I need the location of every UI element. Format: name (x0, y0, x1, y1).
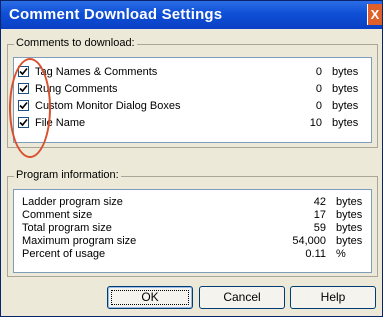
close-icon: X (370, 7, 380, 22)
rung-comments-checkbox[interactable] (18, 83, 29, 94)
comment-option-custom-monitor[interactable]: Custom Monitor Dialog Boxes 0 bytes (18, 98, 358, 115)
ok-button[interactable]: OK (107, 286, 193, 309)
ladder-program-size-row: Ladder program size 42 bytes (22, 196, 362, 209)
maximum-program-size-value: 54,000 (292, 235, 326, 247)
comments-group: Comments to download: Tag Names & Commen… (7, 37, 378, 148)
program-info-group-title: Program information: (14, 169, 121, 181)
comment-size-value: 17 (313, 209, 326, 221)
comment-size-row: Comment size 17 bytes (22, 209, 362, 222)
percent-of-usage-unit: % (336, 248, 346, 260)
total-program-size-value: 59 (313, 222, 326, 234)
help-button-label: Help (320, 290, 346, 304)
comments-list: Tag Names & Comments 0 bytes Rung Commen… (13, 57, 372, 143)
custom-monitor-label: Custom Monitor Dialog Boxes (35, 100, 181, 112)
tag-names-label: Tag Names & Comments (35, 66, 158, 78)
comment-option-file-name[interactable]: File Name 10 bytes (18, 115, 358, 132)
tag-names-unit: bytes (332, 66, 359, 78)
percent-of-usage-value: 0.11 (305, 248, 326, 260)
rung-comments-label: Rung Comments (35, 83, 118, 95)
comment-option-tag-names[interactable]: Tag Names & Comments 0 bytes (18, 64, 358, 81)
maximum-program-size-row: Maximum program size 54,000 bytes (22, 235, 362, 248)
percent-of-usage-row: Percent of usage 0.11 % (22, 248, 362, 261)
file-name-size: 10 (309, 117, 322, 129)
custom-monitor-unit: bytes (332, 100, 359, 112)
program-info-panel: Ladder program size 42 bytes Comment siz… (13, 189, 372, 273)
ladder-program-size-label: Ladder program size (22, 196, 123, 208)
maximum-program-size-unit: bytes (336, 235, 363, 247)
ok-focus-rect (111, 290, 189, 305)
percent-of-usage-label: Percent of usage (22, 248, 106, 260)
file-name-unit: bytes (332, 117, 359, 129)
dialog-window: Comment Download Settings X Comments to … (0, 0, 383, 317)
total-program-size-label: Total program size (22, 222, 112, 234)
total-program-size-row: Total program size 59 bytes (22, 222, 362, 235)
ladder-program-size-unit: bytes (336, 196, 363, 208)
rung-comments-size: 0 (315, 83, 322, 95)
program-info-group: Program information: Ladder program size… (7, 169, 378, 277)
cancel-button-label: Cancel (223, 290, 261, 304)
total-program-size-unit: bytes (336, 222, 363, 234)
close-button[interactable]: X (367, 4, 382, 25)
ladder-program-size-value: 42 (313, 196, 326, 208)
file-name-label: File Name (35, 117, 86, 129)
maximum-program-size-label: Maximum program size (22, 235, 137, 247)
custom-monitor-checkbox[interactable] (18, 100, 29, 111)
comment-size-label: Comment size (22, 209, 93, 221)
comments-group-title: Comments to download: (14, 37, 137, 49)
custom-monitor-size: 0 (315, 100, 322, 112)
title-bar: Comment Download Settings X (1, 1, 382, 29)
tag-names-checkbox[interactable] (18, 66, 29, 77)
comment-size-unit: bytes (336, 209, 363, 221)
comment-option-rung-comments[interactable]: Rung Comments 0 bytes (18, 81, 358, 98)
tag-names-size: 0 (315, 66, 322, 78)
help-button[interactable]: Help (290, 286, 376, 309)
cancel-button[interactable]: Cancel (199, 286, 285, 309)
window-title: Comment Download Settings (9, 6, 223, 23)
file-name-checkbox[interactable] (18, 117, 29, 128)
rung-comments-unit: bytes (332, 83, 359, 95)
